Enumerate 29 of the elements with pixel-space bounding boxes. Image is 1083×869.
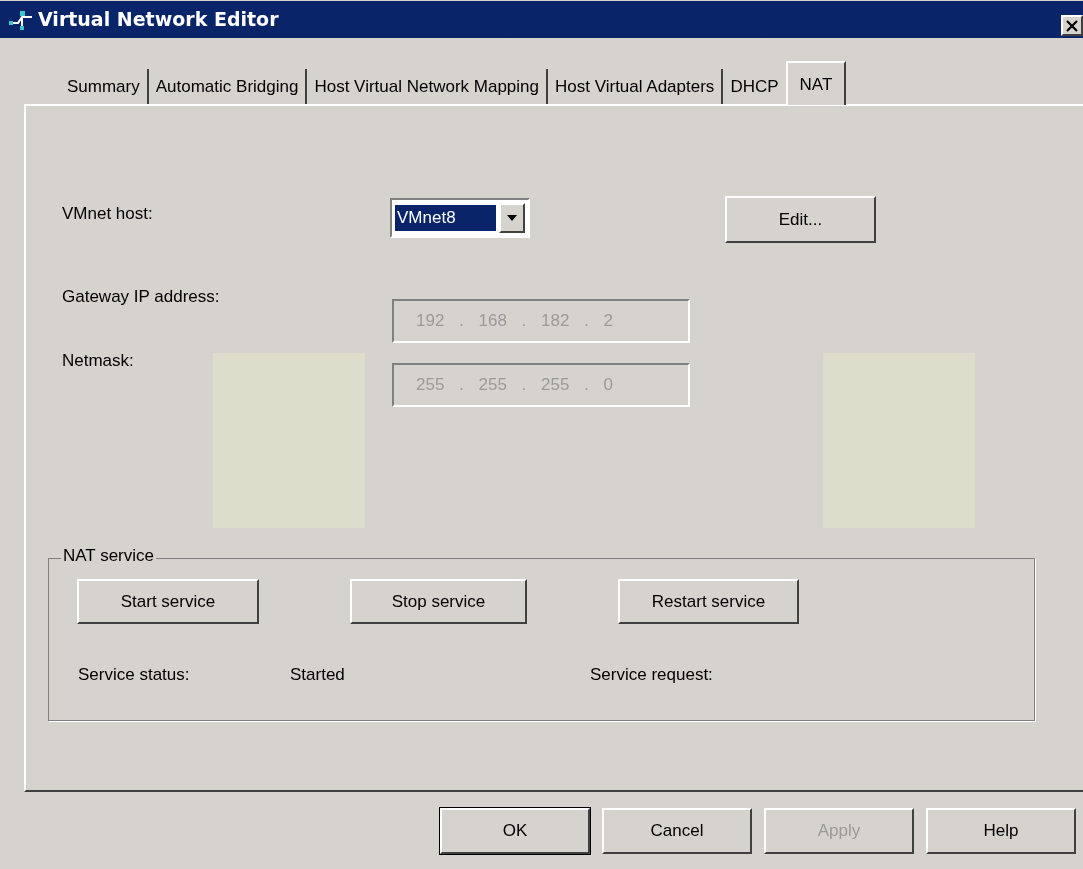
field-label: Gateway IP address:	[62, 286, 220, 308]
caret-icon	[507, 215, 517, 221]
tab[interactable]: Host Virtual Adapters	[548, 69, 724, 105]
service-button[interactable]: Restart service	[618, 579, 799, 624]
tab[interactable]: DHCP	[723, 69, 786, 105]
tab[interactable]: Automatic Bridging	[148, 69, 308, 105]
status-value: Started	[290, 664, 345, 686]
tab[interactable]: Host Virtual Network Mapping	[307, 69, 548, 105]
tab[interactable]: NAT	[785, 61, 847, 105]
ip-address-field: 255 . 255 . 255 . 0	[392, 363, 690, 407]
request-label: Service request:	[590, 664, 713, 686]
status-label: Service status:	[78, 664, 190, 686]
close-button[interactable]	[1061, 15, 1083, 36]
field-label: Netmask:	[62, 350, 134, 372]
service-button[interactable]: Start service	[77, 579, 259, 624]
window-title: Virtual Network Editor	[38, 7, 279, 33]
ip-address-field: 192 . 168 . 182 . 2	[392, 299, 690, 343]
network-icon	[8, 8, 34, 31]
field-label: VMnet host:	[62, 203, 153, 225]
dialog-button[interactable]: Help	[926, 808, 1076, 854]
selected-value: VMnet8	[395, 205, 496, 231]
close-icon	[1066, 19, 1078, 32]
dropdown[interactable]: VMnet8	[390, 198, 530, 238]
dialog-button[interactable]: OK	[440, 808, 590, 854]
service-button[interactable]: Stop service	[350, 579, 527, 624]
dialog-button: Apply	[764, 808, 914, 854]
dialog-button[interactable]: Cancel	[602, 808, 752, 854]
edit-button[interactable]: Edit...	[725, 196, 876, 243]
tab[interactable]: Summary	[60, 69, 149, 105]
